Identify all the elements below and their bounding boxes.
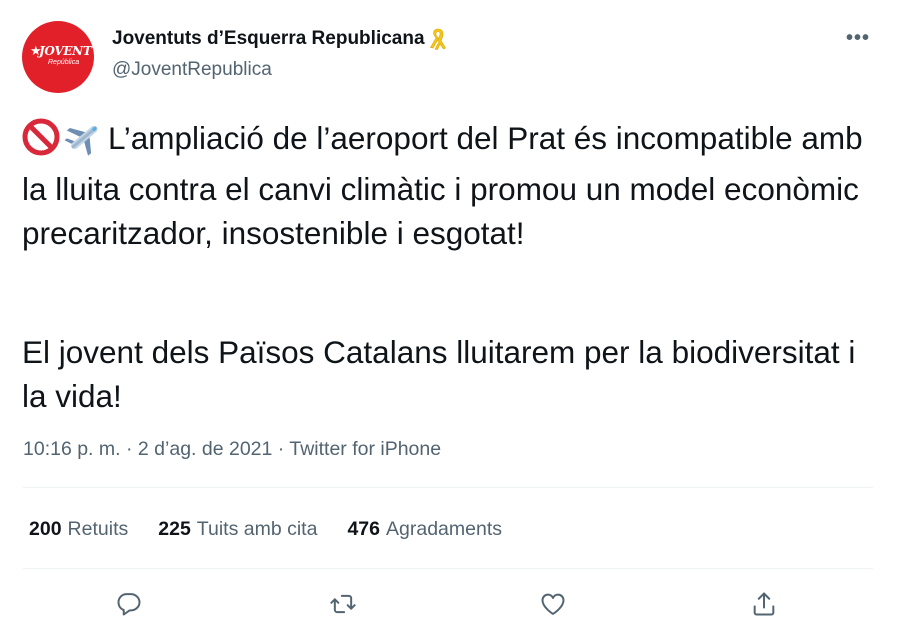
yellow-ribbon-icon bbox=[429, 28, 446, 50]
author-display-name[interactable]: Joventuts d’Esquerra Republicana bbox=[112, 27, 425, 51]
quotes-label: Tuits amb cita bbox=[196, 518, 318, 540]
author-handle[interactable]: @JoventRepublica bbox=[112, 58, 272, 82]
retweets-label: Retuits bbox=[67, 518, 129, 540]
tweet-paragraph-1: L’ampliació de l’aeroport del Prat és in… bbox=[22, 120, 872, 251]
prohibited-icon bbox=[22, 118, 60, 167]
divider bbox=[23, 568, 873, 569]
retweet-button[interactable] bbox=[327, 588, 359, 620]
tweet-text-paragraph-1: L’ampliació de l’aeroport del Prat és in… bbox=[22, 116, 882, 255]
author-name-row[interactable]: Joventuts d’Esquerra Republicana bbox=[112, 27, 448, 51]
tweet-source[interactable]: Twitter for iPhone bbox=[289, 438, 441, 460]
avatar-subtext: República bbox=[48, 59, 80, 66]
share-button[interactable] bbox=[748, 588, 780, 620]
reply-icon bbox=[117, 593, 141, 616]
likes-count: 476 bbox=[347, 518, 380, 540]
retweets-stat[interactable]: 200 Retuits bbox=[29, 516, 128, 542]
retweets-count: 200 bbox=[29, 518, 62, 540]
more-options-icon[interactable]: ••• bbox=[843, 26, 873, 50]
retweet-icon bbox=[330, 594, 356, 614]
meta-separator: · bbox=[125, 438, 133, 460]
reply-button[interactable] bbox=[113, 588, 145, 620]
tweet-metadata: 10:16 p. m. · 2 d’ag. de 2021 · Twitter … bbox=[23, 436, 441, 462]
airplane-icon bbox=[64, 118, 104, 167]
like-icon bbox=[541, 593, 565, 615]
likes-stat[interactable]: 476 Agradaments bbox=[347, 516, 502, 542]
avatar[interactable]: ★ JOVENT República bbox=[22, 21, 94, 93]
likes-label: Agradaments bbox=[386, 518, 502, 540]
tweet-stats: 200 Retuits 225 Tuits amb cita 476 Agradame… bbox=[29, 516, 502, 542]
divider bbox=[23, 487, 873, 488]
quotes-stat[interactable]: 225 Tuits amb cita bbox=[158, 516, 317, 542]
tweet-paragraph-2: El jovent dels Països Catalans lluitarem… bbox=[22, 334, 856, 414]
avatar-logo: ★ JOVENT República bbox=[30, 42, 92, 72]
avatar-text: JOVENT bbox=[39, 44, 92, 58]
tweet-time[interactable]: 10:16 p. m. bbox=[23, 438, 121, 460]
share-icon bbox=[753, 592, 775, 616]
tweet-date[interactable]: 2 d’ag. de 2021 bbox=[138, 438, 272, 460]
like-button[interactable] bbox=[537, 588, 569, 620]
quotes-count: 225 bbox=[158, 518, 191, 540]
tweet-detail: ★ JOVENT República Joventuts d’Esquerra … bbox=[0, 0, 897, 637]
meta-separator: · bbox=[277, 438, 285, 460]
